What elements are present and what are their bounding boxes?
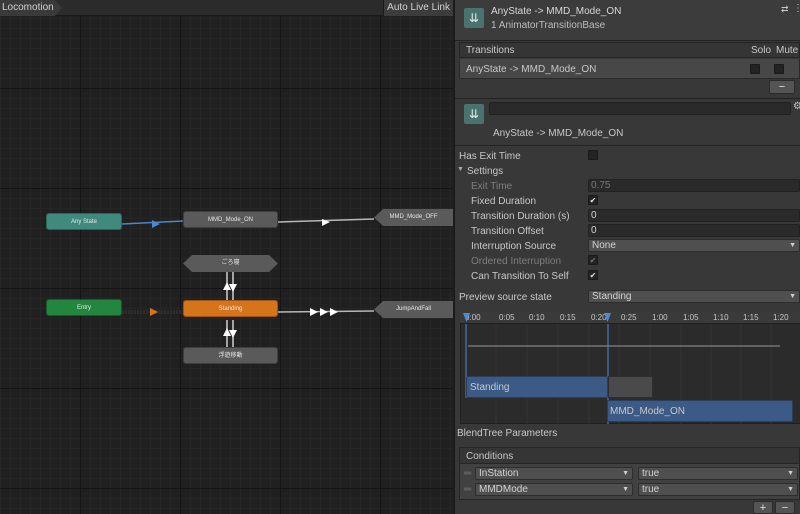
dropdown-arrow-icon: ▼ [622,486,629,493]
blendtree-parameters-label: BlendTree Parameters [457,428,558,439]
conditions-label: Conditions [466,451,514,462]
state-mmd-mode-off[interactable]: MMD_Mode_OFF [374,209,453,226]
has-exit-time-label: Has Exit Time [459,151,521,162]
tick-label: 0:20 [591,313,607,322]
transition-duration-field[interactable]: 0 [588,209,800,222]
tick-label: 0:25 [621,313,637,322]
state-gorone[interactable]: ごろ寝 [183,255,278,272]
interruption-source-label: Interruption Source [471,241,557,252]
settings-foldout-icon[interactable]: ▼ [457,166,464,173]
solo-checkbox[interactable] [750,64,760,74]
transition-arrow[interactable] [152,220,160,228]
tick-label: 0:15 [560,313,576,322]
tick-label: 1:20 [773,313,789,322]
mute-checkbox[interactable] [774,64,784,74]
dest-clip-label: MMD_Mode_ON [610,406,686,417]
default-transition-arrow[interactable] [150,308,158,316]
transition-row-label: AnyState -> MMD_Mode_ON [466,64,597,75]
tick-label: 1:00 [652,313,668,322]
header-title: AnyState -> MMD_Mode_ON [491,6,622,17]
timeline-ticks: 0:00 0:05 0:10 0:15 0:20 0:25 1:00 1:05 … [465,313,800,324]
fixed-duration-checkbox[interactable]: ✔ [588,195,598,205]
remove-transition-button[interactable]: − [769,80,795,94]
condition-parameter-value: InStation [479,468,519,479]
tick-label: 0:05 [499,313,515,322]
fixed-duration-label: Fixed Duration [471,196,537,207]
tick-label: 1:05 [683,313,699,322]
transition-icon: ⇊ [464,8,484,28]
transition-duration-label: Transition Duration (s) [471,211,570,222]
condition-value-dropdown[interactable]: true ▼ [638,467,798,480]
multi-transition-arrow[interactable] [330,308,338,316]
state-entry[interactable]: Entry [46,299,122,316]
drag-handle-icon[interactable]: ═ [464,468,471,479]
dropdown-arrow-icon: ▼ [787,486,794,493]
ordered-interruption-checkbox[interactable]: ✔ [588,255,598,265]
preview-source-state-dropdown[interactable]: Standing ▼ [588,290,800,303]
settings-label[interactable]: Settings [467,166,503,177]
state-jump-and-fall[interactable]: JumpAndFall [374,301,453,318]
can-transition-to-self-checkbox[interactable]: ✔ [588,270,598,280]
condition-value-dropdown[interactable]: true ▼ [638,483,798,496]
state-floating-move[interactable]: 浮遊移動 [183,347,278,364]
ordered-interruption-label: Ordered Interruption [471,256,562,267]
transition-offset-label: Transition Offset [471,226,544,237]
more-icon[interactable]: ⋮ [793,3,800,14]
condition-parameter-dropdown[interactable]: MMDMode ▼ [475,483,633,496]
state-mmd-mode-on[interactable]: MMD_Mode_ON [183,211,278,228]
condition-value: true [642,468,660,479]
dropdown-arrow-icon: ▼ [789,293,796,300]
link-icon[interactable]: ⇄ [781,4,789,15]
preview-source-state-label: Preview source state [459,292,552,303]
tick-label: 1:15 [743,313,759,322]
interruption-source-dropdown[interactable]: None ▼ [588,239,800,252]
add-condition-button[interactable]: + [753,501,773,514]
solo-label: Solo [751,45,772,56]
has-exit-time-checkbox[interactable] [588,150,598,160]
transition-offset-field[interactable]: 0 [588,224,800,237]
mute-label: Mute [776,45,799,56]
condition-parameter-dropdown[interactable]: InStation ▼ [475,467,633,480]
transitions-label: Transitions [466,45,515,56]
state-standing[interactable]: Standing [183,300,278,317]
transition-icon: ⇊ [464,104,484,124]
interruption-source-value: None [592,240,616,251]
dropdown-arrow-icon: ▼ [789,242,796,249]
animator-graph[interactable]: Locomotion Auto Live Link Any State MMD_… [0,0,453,514]
can-transition-to-self-label: Can Transition To Self [471,271,569,282]
drag-handle-icon[interactable]: ═ [464,484,471,495]
tick-label: 0:10 [529,313,545,322]
source-clip-label: Standing [470,382,510,393]
source-clip-tail [608,376,653,398]
state-any-state[interactable]: Any State [46,213,122,230]
inspector-panel: ⇊ AnyState -> MMD_Mode_ON 1 AnimatorTran… [454,0,800,514]
condition-value: true [642,484,660,495]
tick-label: 1:10 [713,313,729,322]
transition-name-field[interactable] [489,102,791,115]
dropdown-arrow-icon: ▼ [622,470,629,477]
exit-time-field[interactable]: 0.75 [588,179,800,192]
dropdown-arrow-icon: ▼ [787,470,794,477]
remove-condition-button[interactable]: − [775,501,795,514]
gear-icon[interactable]: ⚙ [793,101,800,112]
transition-subtitle: AnyState -> MMD_Mode_ON [493,128,624,139]
preview-source-state-value: Standing [592,291,632,302]
exit-time-label: Exit Time [471,181,513,192]
condition-parameter-value: MMDMode [479,484,528,495]
header-subtitle: 1 AnimatorTransitionBase [491,20,606,31]
